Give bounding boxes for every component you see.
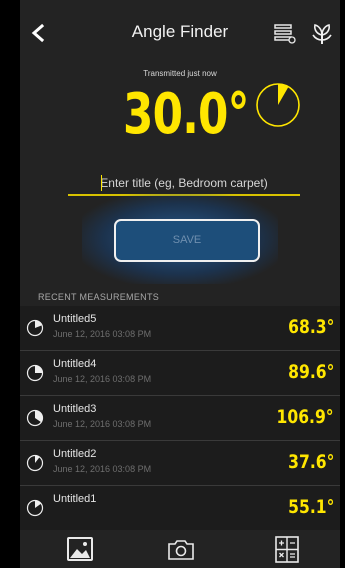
item-title: Untitled5	[53, 313, 97, 325]
item-title: Untitled1	[53, 493, 97, 505]
transmit-status: Transmitted just now	[143, 69, 217, 78]
item-title: Untitled4	[53, 358, 97, 370]
item-date: June 12, 2016 03:08 PM	[53, 329, 152, 339]
item-angle: 106.9°	[276, 406, 334, 428]
recent-measurements-heading: RECENT MEASUREMENTS	[38, 292, 160, 302]
bottom-tab-bar	[20, 530, 340, 568]
item-angle: 37.6°	[287, 451, 334, 473]
list-item[interactable]: Untitled5 June 12, 2016 03:08 PM 68.3°	[20, 306, 340, 350]
calculator-icon[interactable]	[272, 534, 302, 564]
angle-pie-icon	[26, 454, 44, 472]
item-title: Untitled3	[53, 403, 97, 415]
save-button[interactable]: SAVE	[114, 219, 260, 262]
item-date: June 12, 2016 03:08 PM	[53, 374, 152, 384]
plant-icon[interactable]	[309, 20, 335, 46]
angle-pie-icon	[26, 499, 44, 517]
image-icon[interactable]	[65, 534, 95, 564]
item-angle: 55.1°	[287, 496, 334, 518]
header: Angle Finder	[20, 0, 340, 64]
angle-pie-icon	[26, 364, 44, 382]
list-item[interactable]: Untitled3 June 12, 2016 03:08 PM 106.9°	[20, 396, 340, 440]
angle-pie-icon	[26, 319, 44, 337]
app-screen: Angle Finder Transmitted just now 30.0° …	[20, 0, 340, 568]
item-date: June 12, 2016 03:08 PM	[53, 464, 152, 474]
item-date: June 12, 2016 03:08 PM	[53, 419, 152, 429]
text-caret	[101, 175, 102, 191]
camera-icon[interactable]	[166, 534, 196, 564]
angle-reading: 30.0°	[123, 82, 249, 147]
item-angle: 68.3°	[287, 316, 334, 338]
list-item[interactable]: Untitled2 June 12, 2016 03:08 PM 37.6°	[20, 441, 340, 485]
list-item[interactable]: Untitled4 June 12, 2016 03:08 PM 89.6°	[20, 351, 340, 395]
angle-dial-icon	[256, 83, 300, 127]
title-input[interactable]	[68, 172, 300, 196]
item-title: Untitled2	[53, 448, 97, 460]
item-angle: 89.6°	[287, 361, 334, 383]
list-icon[interactable]	[272, 20, 298, 46]
angle-pie-icon	[26, 409, 44, 427]
list-item[interactable]: Untitled1 55.1°	[20, 486, 340, 530]
